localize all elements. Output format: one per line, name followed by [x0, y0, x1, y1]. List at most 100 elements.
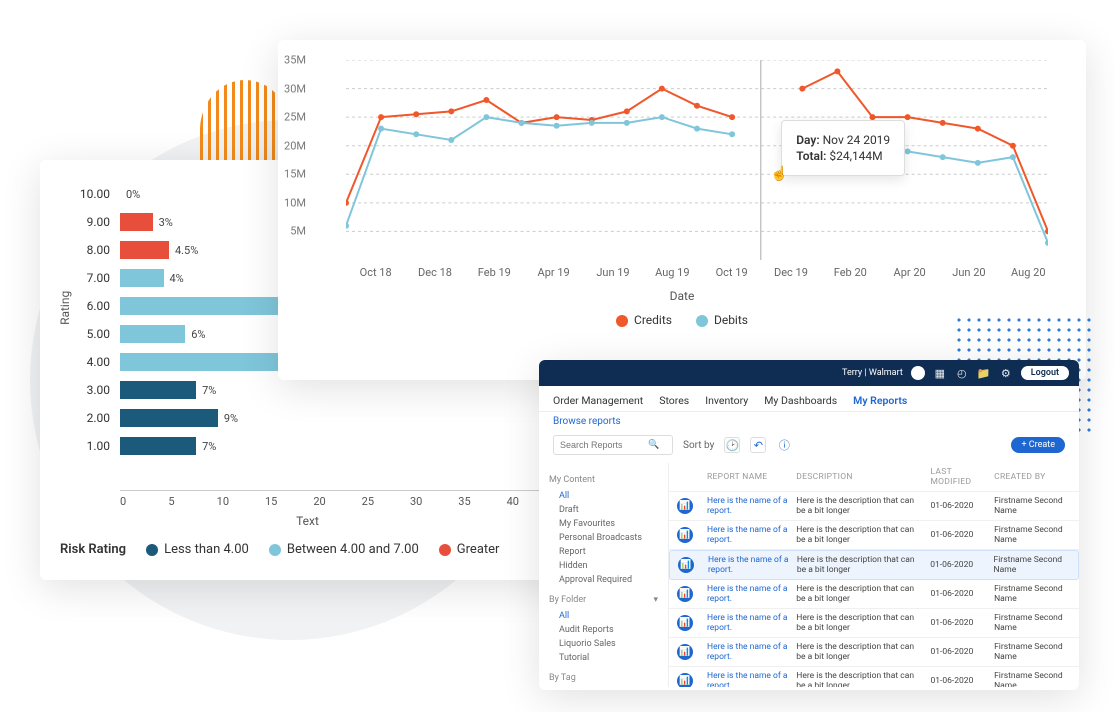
table-row[interactable]: 📊Here is the name of a report.Here is th… [669, 521, 1079, 550]
cell-created-by: Firstname Second Name [994, 613, 1071, 633]
grid-header-row: REPORT NAME DESCRIPTION LAST MODIFIED CR… [669, 463, 1079, 492]
table-row[interactable]: 📊Here is the name of a report.Here is th… [669, 667, 1079, 687]
line-y-tick: 30M [284, 82, 306, 95]
tab-my-dashboards[interactable]: My Dashboards [764, 394, 837, 407]
bar-category-label: 7.00 [70, 271, 110, 285]
line-chart-svg [346, 60, 1048, 260]
tools-icon[interactable]: ⚙ [999, 366, 1013, 380]
cell-description: Here is the description that can be a bi… [796, 496, 924, 516]
tab-my-reports[interactable]: My Reports [853, 394, 907, 407]
reports-grid: REPORT NAME DESCRIPTION LAST MODIFIED CR… [669, 463, 1079, 687]
bar-legend-high: Greater [439, 542, 500, 557]
cell-report-name[interactable]: Here is the name of a report. [707, 613, 790, 633]
reports-toolbar: 🔍 Sort by 🕑 ↶ ⓘ + Create [539, 431, 1079, 463]
sidebar-title-by-tag[interactable]: By Tag [549, 673, 658, 683]
line-y-tick: 25M [284, 111, 306, 124]
logout-button[interactable]: Logout [1021, 366, 1069, 380]
sidebar-item-hidden[interactable]: Hidden [549, 559, 658, 573]
col-created-by[interactable]: CREATED BY [994, 472, 1071, 482]
cell-created-by: Firstname Second Name [994, 642, 1071, 662]
line-y-tick: 20M [284, 139, 306, 152]
sidebar-item-all[interactable]: All [549, 489, 658, 503]
bar-chart-legend: Risk Rating Less than 4.00 Between 4.00 … [60, 542, 555, 557]
chevron-down-icon: ▾ [653, 595, 658, 605]
reports-app-card: Terry | Walmart ▦ ◴ 📁 ⚙ Logout Order Man… [539, 360, 1079, 690]
bar-value-label: 7% [202, 384, 216, 397]
sidebar-item-tutorial[interactable]: Tutorial [549, 651, 658, 665]
bar-category-label: 6.00 [70, 299, 110, 313]
search-input[interactable] [558, 439, 648, 451]
col-description[interactable]: DESCRIPTION [796, 472, 924, 482]
bar-x-axis-label: Text [60, 514, 555, 528]
table-row[interactable]: 📊Here is the name of a report.Here is th… [669, 638, 1079, 667]
cell-report-name[interactable]: Here is the name of a report. [707, 642, 790, 662]
cell-last-modified: 01-06-2020 [930, 501, 988, 511]
sidebar-item-liquorio-sales[interactable]: Liquorio Sales [549, 637, 658, 651]
report-icon: 📊 [677, 527, 693, 543]
cell-created-by: Firstname Second Name [994, 584, 1071, 604]
bar-rect [120, 269, 164, 287]
tab-stores[interactable]: Stores [659, 394, 689, 407]
cell-last-modified: 01-06-2020 [930, 560, 987, 570]
bar-x-tick: 0 [120, 495, 168, 508]
cell-report-name[interactable]: Here is the name of a report. [707, 525, 790, 545]
sidebar-item-audit-reports[interactable]: Audit Reports [549, 623, 658, 637]
sort-by-label: Sort by [683, 440, 714, 451]
tab-order-management[interactable]: Order Management [553, 394, 643, 407]
line-x-tick: Aug 19 [643, 266, 702, 279]
line-x-tick: Jun 20 [939, 266, 998, 279]
bar-value-label: 7% [202, 440, 216, 453]
line-x-tick: Jun 19 [583, 266, 642, 279]
cell-report-name[interactable]: Here is the name of a report. [707, 496, 790, 516]
sidebar-item-personal-broadcasts[interactable]: Personal Broadcasts [549, 531, 658, 545]
clock-icon[interactable]: ◴ [955, 366, 969, 380]
app-header: Terry | Walmart ▦ ◴ 📁 ⚙ Logout [539, 360, 1079, 386]
sidebar-item-my-favourites[interactable]: My Favourites [549, 517, 658, 531]
table-row[interactable]: 📊Here is the name of a report.Here is th… [669, 550, 1079, 580]
avatar[interactable] [911, 366, 925, 380]
col-last-modified[interactable]: LAST MODIFIED [930, 467, 988, 487]
search-reports-box[interactable]: 🔍 [553, 435, 673, 455]
cell-report-name[interactable]: Here is the name of a report. [708, 555, 791, 575]
line-y-tick: 10M [284, 196, 306, 209]
cell-last-modified: 01-06-2020 [930, 589, 988, 599]
bar-rect [120, 381, 196, 399]
sort-time-icon[interactable]: 🕑 [724, 437, 740, 453]
tab-inventory[interactable]: Inventory [705, 394, 748, 407]
report-icon: 📊 [677, 498, 693, 514]
browse-reports-link[interactable]: Browse reports [539, 412, 1079, 431]
line-x-tick: Apr 19 [524, 266, 583, 279]
search-icon[interactable]: 🔍 [648, 440, 659, 450]
refresh-icon[interactable]: ↶ [750, 437, 766, 453]
table-row[interactable]: 📊Here is the name of a report.Here is th… [669, 609, 1079, 638]
report-icon: 📊 [677, 586, 693, 602]
table-row[interactable]: 📊Here is the name of a report.Here is th… [669, 580, 1079, 609]
sidebar-item-all[interactable]: All [549, 609, 658, 623]
line-x-tick: Dec 19 [761, 266, 820, 279]
bar-value-label: 3% [159, 216, 173, 229]
line-x-tick: Aug 20 [999, 266, 1058, 279]
report-icon: 📊 [678, 557, 694, 573]
cell-report-name[interactable]: Here is the name of a report. [707, 671, 790, 687]
cell-report-name[interactable]: Here is the name of a report. [707, 584, 790, 604]
col-report-name[interactable]: REPORT NAME [707, 472, 790, 482]
table-row[interactable]: 📊 Here is the name of a report. Here is th… [669, 492, 1079, 521]
bar-value-label: 6% [191, 328, 205, 341]
tooltip-total-row: Total: $24,144M [796, 149, 890, 163]
line-x-tick: Oct 19 [702, 266, 761, 279]
create-button[interactable]: + Create [1011, 437, 1065, 453]
report-icon: 📊 [677, 644, 693, 660]
grid-icon[interactable]: ▦ [933, 366, 947, 380]
help-icon[interactable]: ⓘ [776, 437, 792, 453]
sidebar-item-approval-required[interactable]: Approval Required [549, 573, 658, 587]
bar-x-tick: 25 [362, 495, 410, 508]
bar-row: 3.007% [120, 376, 555, 404]
sidebar-item-draft[interactable]: Draft [549, 503, 658, 517]
line-chart-legend: Credits Debits [306, 313, 1058, 327]
sidebar-item-report[interactable]: Report [549, 545, 658, 559]
cell-created-by: Firstname Second Name [994, 671, 1071, 687]
tooltip-day-row: Day: Nov 24 2019 [796, 133, 890, 147]
bar-category-label: 1.00 [70, 439, 110, 453]
folder-icon[interactable]: 📁 [977, 366, 991, 380]
sidebar-title-by-folder[interactable]: By Folder▾ [549, 595, 658, 605]
